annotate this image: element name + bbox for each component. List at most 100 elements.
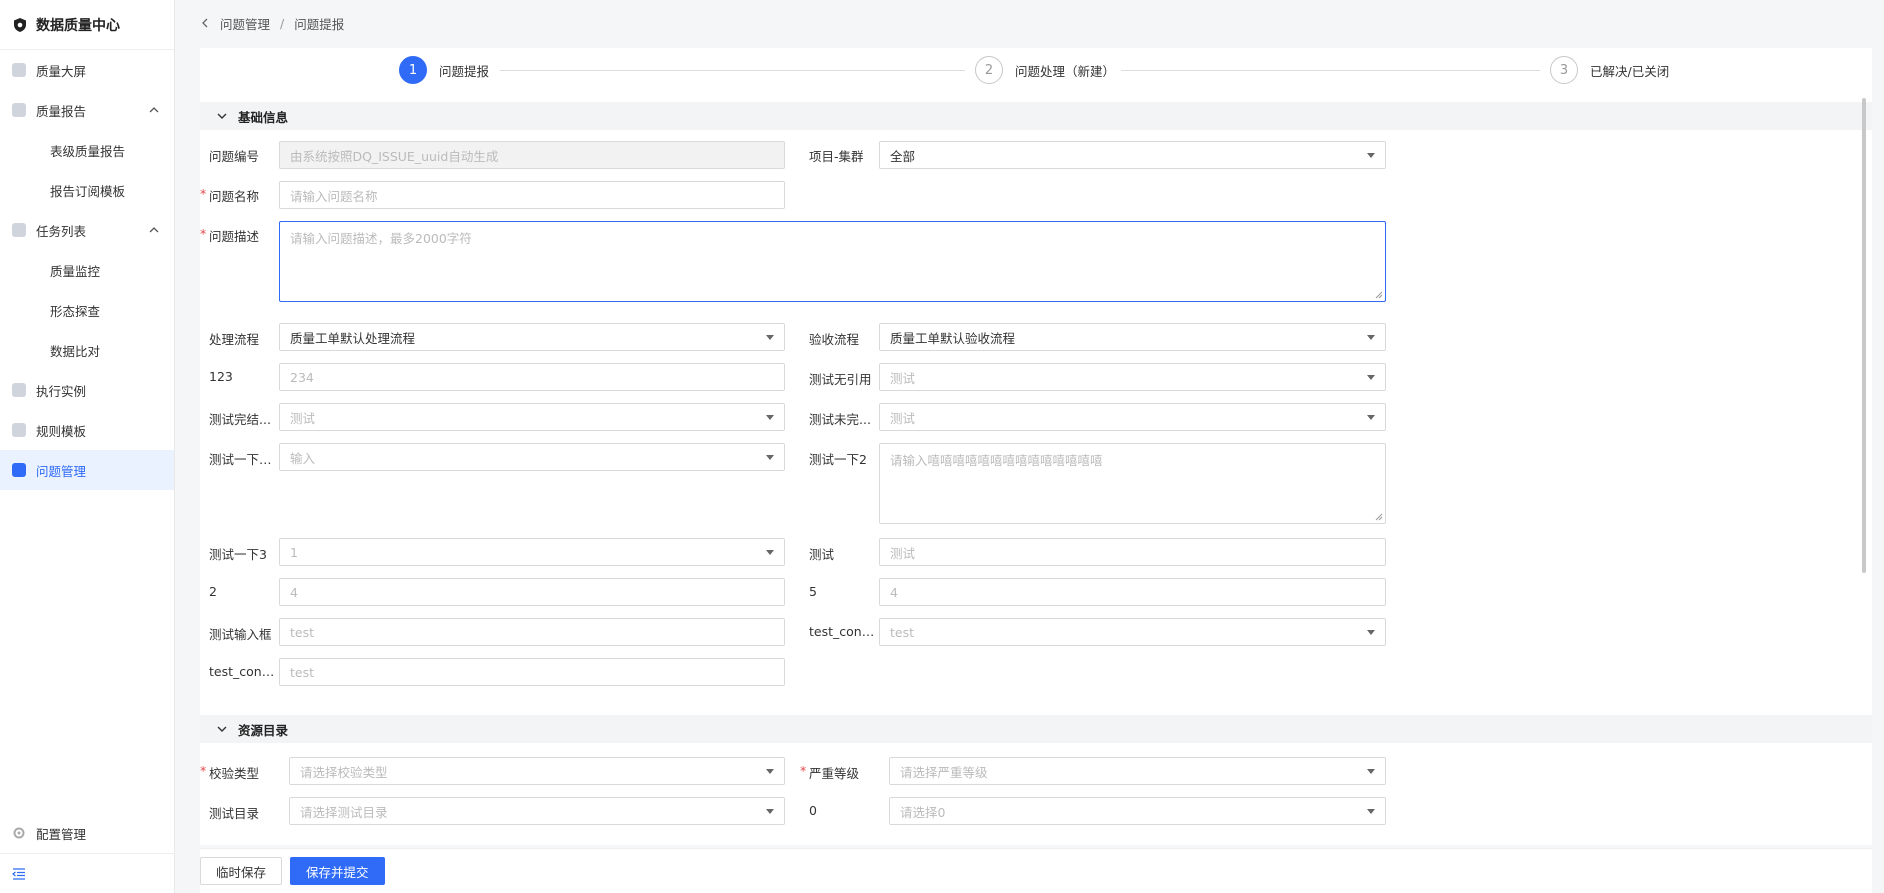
main-area: 问题管理 / 问题提报 1 问题提报 2 问题处理（新建） 3 已解决/已关闭 … bbox=[176, 0, 1884, 893]
test-done-select[interactable]: 测试 bbox=[279, 403, 785, 431]
test2a-select[interactable]: 输入 bbox=[279, 443, 785, 471]
select-value: 全部 bbox=[890, 148, 916, 164]
dropdown-arrow-icon bbox=[766, 415, 774, 420]
section-resource-dir[interactable]: 资源目录 bbox=[200, 715, 1872, 743]
label-123: 123 bbox=[209, 369, 233, 384]
sidebar-item-config[interactable]: 配置管理 bbox=[0, 813, 175, 853]
severity-select[interactable]: 请选择严重等级 bbox=[889, 757, 1386, 785]
sidebar-item-label: 规则模板 bbox=[36, 423, 87, 439]
required-mark: * bbox=[200, 226, 207, 241]
field-2-input[interactable]: 4 bbox=[279, 578, 785, 606]
select-placeholder: 测试 bbox=[890, 370, 916, 386]
dropdown-arrow-icon bbox=[1367, 630, 1375, 635]
form-footer: 临时保存 保存并提交 bbox=[200, 848, 1872, 893]
select-placeholder: 输入 bbox=[290, 450, 316, 466]
sidebar-item-data-compare[interactable]: 数据比对 bbox=[0, 330, 174, 370]
label-5: 5 bbox=[809, 584, 817, 599]
sidebar-item-label: 任务列表 bbox=[36, 223, 87, 239]
required-mark: * bbox=[800, 763, 807, 778]
test-input-box[interactable]: test bbox=[279, 618, 785, 646]
step-connector bbox=[500, 70, 965, 71]
sidebar-item-instances[interactable]: 执行实例 bbox=[0, 370, 174, 410]
dropdown-arrow-icon bbox=[1367, 375, 1375, 380]
project-cluster-select[interactable]: 全部 bbox=[879, 141, 1386, 169]
label-text: 问题描述 bbox=[209, 229, 260, 244]
sidebar-item-label: 配置管理 bbox=[36, 826, 87, 842]
label-test-no-ref: 测试无引用 bbox=[809, 372, 872, 387]
app-logo[interactable]: 数据质量中心 bbox=[0, 0, 174, 50]
test-undone-select[interactable]: 测试 bbox=[879, 403, 1386, 431]
field-123-input[interactable]: 234 bbox=[279, 363, 785, 391]
dropdown-arrow-icon bbox=[1367, 769, 1375, 774]
label-text: 校验类型 bbox=[209, 766, 260, 781]
label-accept-flow: 验收流程 bbox=[809, 332, 860, 347]
test2b-textarea[interactable]: 请输入嘻嘻嘻嘻嘻嘻嘻嘻嘻嘻嘻嘻嘻嘻 bbox=[879, 443, 1386, 524]
label-project-cluster: 项目-集群 bbox=[809, 149, 864, 164]
steps-bar: 1 问题提报 2 问题处理（新建） 3 已解决/已关闭 bbox=[200, 56, 1872, 92]
dropdown-arrow-icon bbox=[1367, 153, 1375, 158]
gear-icon bbox=[13, 827, 25, 839]
sidebar-item-label: 执行实例 bbox=[36, 383, 87, 399]
test3-select[interactable]: 1 bbox=[279, 538, 785, 566]
sidebar-item-quality-screen[interactable]: 质量大屏 bbox=[0, 50, 174, 90]
sidebar-item-task-list[interactable]: 任务列表 bbox=[0, 210, 174, 250]
resize-handle-icon[interactable] bbox=[1375, 291, 1383, 299]
template-icon bbox=[12, 423, 26, 437]
breadcrumb-parent[interactable]: 问题管理 bbox=[220, 14, 270, 33]
vertical-scrollbar[interactable] bbox=[1862, 98, 1866, 573]
label-test-confi-2: test_confi... bbox=[209, 664, 277, 679]
temp-save-button[interactable]: 临时保存 bbox=[200, 857, 283, 885]
sidebar-item-quality-monitor[interactable]: 质量监控 bbox=[0, 250, 174, 290]
test-no-ref-select[interactable]: 测试 bbox=[879, 363, 1386, 391]
issue-name-input[interactable]: 请输入问题名称 bbox=[279, 181, 785, 209]
breadcrumb-separator: / bbox=[280, 15, 285, 31]
resize-handle-icon[interactable] bbox=[1375, 513, 1383, 521]
label-test-input: 测试输入框 bbox=[209, 627, 272, 642]
sidebar-item-profiling[interactable]: 形态探查 bbox=[0, 290, 174, 330]
step-number: 2 bbox=[975, 56, 1003, 84]
field-5-input[interactable]: 4 bbox=[879, 578, 1386, 606]
sidebar-item-label: 质量报告 bbox=[36, 103, 87, 119]
step-number: 1 bbox=[399, 56, 427, 84]
breadcrumb: 问题管理 / 问题提报 bbox=[176, 0, 1884, 46]
step-2: 2 问题处理（新建） bbox=[975, 56, 1122, 84]
sidebar-item-report-template[interactable]: 报告订阅模板 bbox=[0, 170, 174, 210]
label-process-flow: 处理流程 bbox=[209, 332, 260, 347]
accept-flow-select[interactable]: 质量工单默认验收流程 bbox=[879, 323, 1386, 351]
textarea-placeholder: 请输入问题描述，最多2000字符 bbox=[290, 231, 472, 246]
save-submit-button[interactable]: 保存并提交 bbox=[290, 857, 385, 885]
collapse-sidebar-button[interactable] bbox=[0, 853, 175, 893]
back-arrow-icon[interactable] bbox=[200, 18, 210, 28]
test-confi-1-select[interactable]: test bbox=[879, 618, 1386, 646]
sidebar-item-label: 报告订阅模板 bbox=[50, 183, 126, 199]
required-mark: * bbox=[200, 186, 207, 201]
check-type-select[interactable]: 请选择校验类型 bbox=[289, 757, 785, 785]
section-basic-info[interactable]: 基础信息 bbox=[200, 102, 1872, 130]
task-list-icon bbox=[12, 223, 26, 237]
dropdown-arrow-icon bbox=[766, 769, 774, 774]
label-text: 严重等级 bbox=[809, 766, 860, 781]
sidebar-item-label: 表级质量报告 bbox=[50, 143, 126, 159]
menu-collapse-icon bbox=[12, 867, 25, 880]
label-text: 问题名称 bbox=[209, 189, 260, 204]
label-issue-desc: * 问题描述 bbox=[200, 226, 277, 245]
sidebar-item-table-report[interactable]: 表级质量报告 bbox=[0, 130, 174, 170]
test-dir-select[interactable]: 请选择测试目录 bbox=[289, 797, 785, 825]
test-confi-2-input[interactable]: test bbox=[279, 658, 785, 686]
sidebar-item-rule-template[interactable]: 规则模板 bbox=[0, 410, 174, 450]
label-test-confi-1: test_confi... bbox=[809, 624, 877, 639]
step-label: 问题提报 bbox=[439, 63, 490, 79]
sidebar-item-label: 问题管理 bbox=[36, 463, 87, 479]
sidebar-item-label: 数据比对 bbox=[50, 343, 101, 359]
label-severity: * 严重等级 bbox=[800, 763, 887, 782]
zero-select[interactable]: 请选择0 bbox=[889, 797, 1386, 825]
test-input[interactable]: 测试 bbox=[879, 538, 1386, 566]
app-title: 数据质量中心 bbox=[36, 17, 120, 34]
sidebar-item-label: 质量大屏 bbox=[36, 63, 87, 79]
label-test3: 测试一下3 bbox=[209, 547, 267, 562]
sidebar-item-issue-management[interactable]: 问题管理 bbox=[0, 450, 174, 490]
process-flow-select[interactable]: 质量工单默认处理流程 bbox=[279, 323, 785, 351]
issue-desc-textarea[interactable]: 请输入问题描述，最多2000字符 bbox=[279, 221, 1386, 302]
sidebar-item-quality-report[interactable]: 质量报告 bbox=[0, 90, 174, 130]
select-placeholder: 测试 bbox=[290, 410, 316, 426]
